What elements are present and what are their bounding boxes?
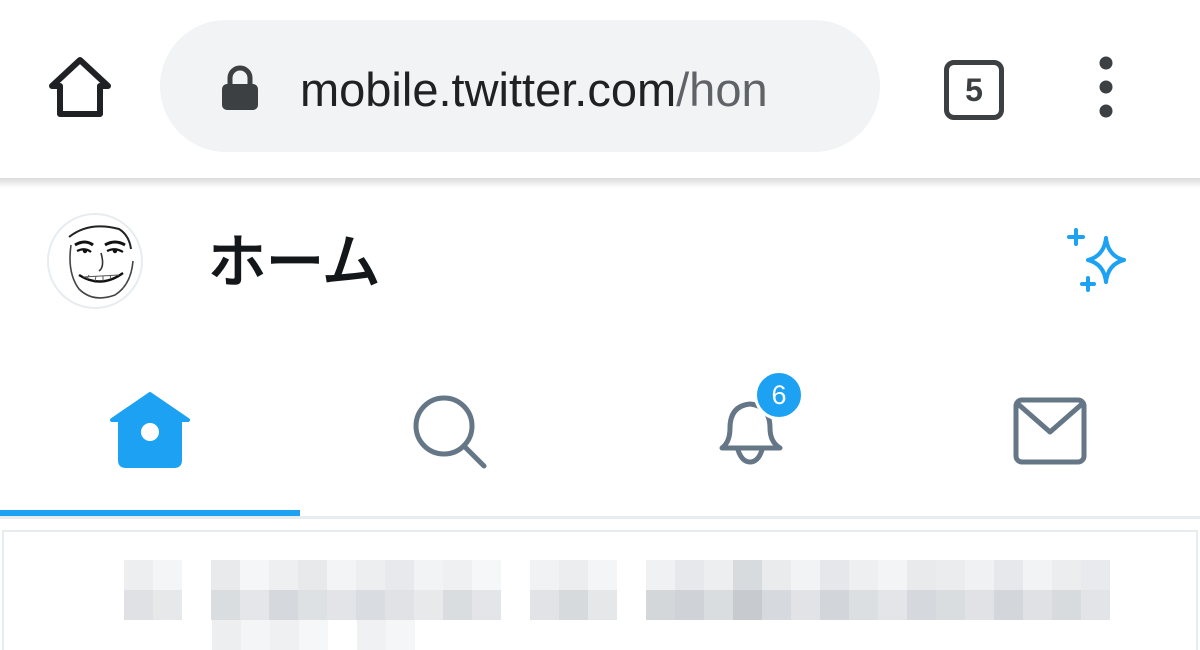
url-path: /hon — [676, 63, 768, 116]
search-icon — [413, 395, 487, 469]
tab-count: 5 — [944, 60, 1004, 120]
toolbar-shadow — [0, 178, 1200, 188]
tab-search[interactable] — [300, 350, 600, 516]
lock-icon — [220, 64, 260, 110]
avatar-face-icon — [49, 215, 141, 307]
avatar[interactable] — [47, 213, 143, 309]
notification-badge: 6 — [754, 370, 804, 420]
tab-messages[interactable] — [900, 350, 1200, 516]
url-text[interactable]: mobile.twitter.com/hon — [300, 58, 848, 122]
mail-icon — [1013, 397, 1087, 465]
obscured-text-line — [124, 560, 1110, 590]
nav-divider — [0, 516, 1200, 519]
home-icon — [49, 57, 111, 117]
page-title: ホーム — [208, 228, 381, 296]
screen: mobile.twitter.com/hon 5 ホーム 6 — [0, 0, 1200, 650]
tab-notifications[interactable] — [600, 350, 900, 516]
obscured-text-line — [124, 590, 1110, 620]
home-icon — [110, 392, 190, 468]
sparkle-icon[interactable] — [1066, 226, 1138, 296]
tab-home[interactable] — [0, 350, 300, 516]
more-vert-icon[interactable] — [1088, 54, 1124, 120]
browser-home-button[interactable] — [44, 52, 116, 122]
obscured-text-line — [212, 620, 444, 650]
tab-switcher-button[interactable]: 5 — [940, 56, 1004, 120]
url-host: mobile.twitter.com — [300, 63, 677, 116]
tweet-card[interactable] — [2, 530, 1198, 650]
